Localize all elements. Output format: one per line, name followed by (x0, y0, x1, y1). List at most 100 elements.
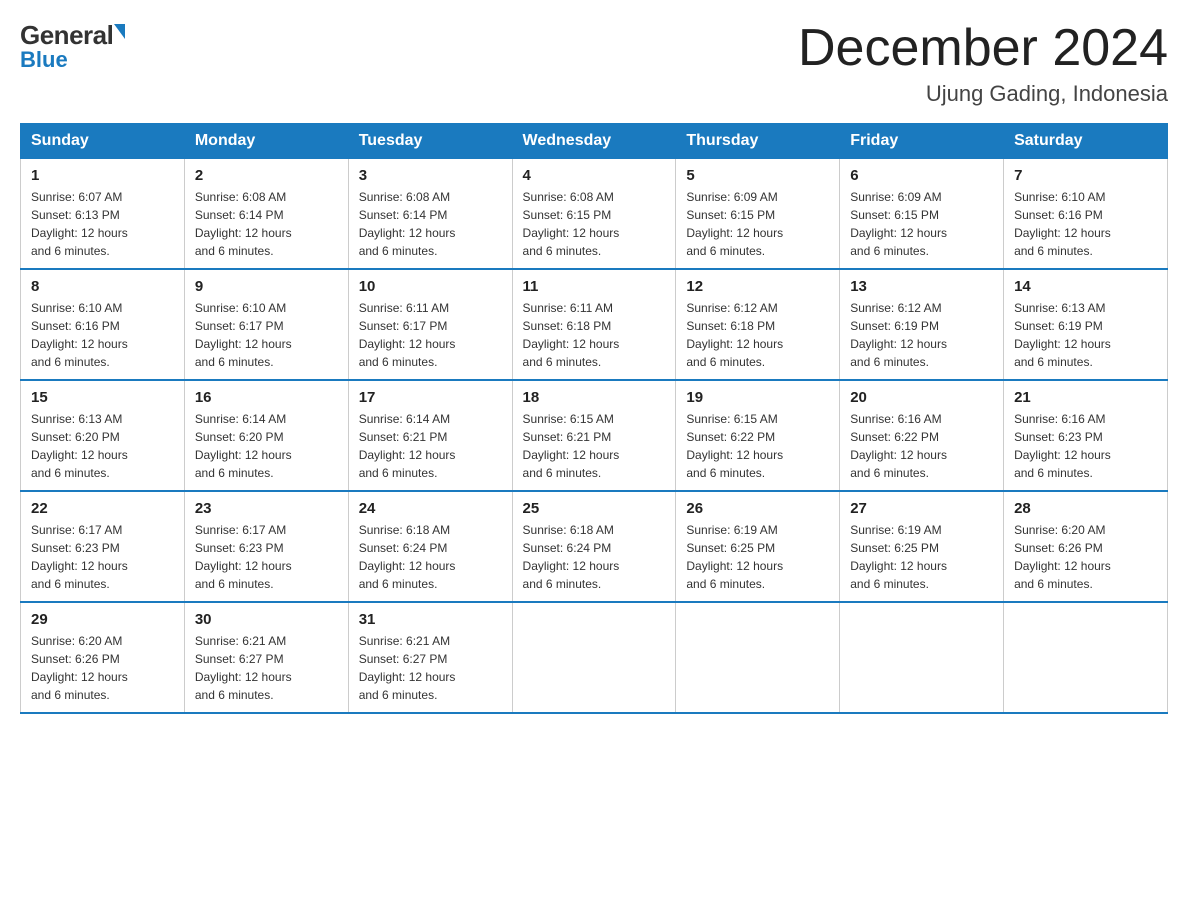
table-row: 8 Sunrise: 6:10 AMSunset: 6:16 PMDayligh… (21, 269, 185, 380)
day-number: 21 (1014, 389, 1157, 406)
month-title: December 2024 (798, 20, 1168, 77)
day-info: Sunrise: 6:21 AMSunset: 6:27 PMDaylight:… (195, 634, 292, 702)
day-number: 25 (523, 500, 666, 517)
table-row: 11 Sunrise: 6:11 AMSunset: 6:18 PMDaylig… (512, 269, 676, 380)
table-row: 25 Sunrise: 6:18 AMSunset: 6:24 PMDaylig… (512, 491, 676, 602)
day-number: 11 (523, 278, 666, 295)
table-row: 4 Sunrise: 6:08 AMSunset: 6:15 PMDayligh… (512, 159, 676, 270)
day-number: 20 (850, 389, 993, 406)
day-number: 10 (359, 278, 502, 295)
day-info: Sunrise: 6:10 AMSunset: 6:16 PMDaylight:… (31, 301, 128, 369)
day-info: Sunrise: 6:17 AMSunset: 6:23 PMDaylight:… (195, 523, 292, 591)
day-number: 23 (195, 500, 338, 517)
day-info: Sunrise: 6:19 AMSunset: 6:25 PMDaylight:… (686, 523, 783, 591)
day-info: Sunrise: 6:11 AMSunset: 6:18 PMDaylight:… (523, 301, 620, 369)
day-number: 12 (686, 278, 829, 295)
day-number: 22 (31, 500, 174, 517)
day-info: Sunrise: 6:13 AMSunset: 6:20 PMDaylight:… (31, 412, 128, 480)
calendar-week-row: 1 Sunrise: 6:07 AMSunset: 6:13 PMDayligh… (21, 159, 1168, 270)
day-number: 26 (686, 500, 829, 517)
day-info: Sunrise: 6:20 AMSunset: 6:26 PMDaylight:… (31, 634, 128, 702)
day-info: Sunrise: 6:08 AMSunset: 6:15 PMDaylight:… (523, 190, 620, 258)
day-info: Sunrise: 6:12 AMSunset: 6:18 PMDaylight:… (686, 301, 783, 369)
table-row: 7 Sunrise: 6:10 AMSunset: 6:16 PMDayligh… (1004, 159, 1168, 270)
day-number: 24 (359, 500, 502, 517)
day-info: Sunrise: 6:09 AMSunset: 6:15 PMDaylight:… (850, 190, 947, 258)
table-row: 12 Sunrise: 6:12 AMSunset: 6:18 PMDaylig… (676, 269, 840, 380)
day-info: Sunrise: 6:18 AMSunset: 6:24 PMDaylight:… (523, 523, 620, 591)
col-thursday: Thursday (676, 124, 840, 159)
col-tuesday: Tuesday (348, 124, 512, 159)
day-info: Sunrise: 6:14 AMSunset: 6:20 PMDaylight:… (195, 412, 292, 480)
table-row: 10 Sunrise: 6:11 AMSunset: 6:17 PMDaylig… (348, 269, 512, 380)
day-info: Sunrise: 6:08 AMSunset: 6:14 PMDaylight:… (359, 190, 456, 258)
calendar-week-row: 15 Sunrise: 6:13 AMSunset: 6:20 PMDaylig… (21, 380, 1168, 491)
day-number: 1 (31, 167, 174, 184)
day-number: 17 (359, 389, 502, 406)
day-number: 18 (523, 389, 666, 406)
table-row: 30 Sunrise: 6:21 AMSunset: 6:27 PMDaylig… (184, 602, 348, 713)
day-info: Sunrise: 6:10 AMSunset: 6:17 PMDaylight:… (195, 301, 292, 369)
col-wednesday: Wednesday (512, 124, 676, 159)
day-info: Sunrise: 6:11 AMSunset: 6:17 PMDaylight:… (359, 301, 456, 369)
day-number: 4 (523, 167, 666, 184)
table-row: 18 Sunrise: 6:15 AMSunset: 6:21 PMDaylig… (512, 380, 676, 491)
table-row: 27 Sunrise: 6:19 AMSunset: 6:25 PMDaylig… (840, 491, 1004, 602)
day-number: 27 (850, 500, 993, 517)
page-header: General Blue December 2024 Ujung Gading,… (20, 20, 1168, 107)
table-row (512, 602, 676, 713)
day-number: 15 (31, 389, 174, 406)
table-row (840, 602, 1004, 713)
day-info: Sunrise: 6:17 AMSunset: 6:23 PMDaylight:… (31, 523, 128, 591)
day-number: 31 (359, 611, 502, 628)
day-number: 3 (359, 167, 502, 184)
day-number: 14 (1014, 278, 1157, 295)
day-info: Sunrise: 6:09 AMSunset: 6:15 PMDaylight:… (686, 190, 783, 258)
calendar-week-row: 8 Sunrise: 6:10 AMSunset: 6:16 PMDayligh… (21, 269, 1168, 380)
day-number: 6 (850, 167, 993, 184)
calendar-week-row: 29 Sunrise: 6:20 AMSunset: 6:26 PMDaylig… (21, 602, 1168, 713)
table-row: 9 Sunrise: 6:10 AMSunset: 6:17 PMDayligh… (184, 269, 348, 380)
table-row: 31 Sunrise: 6:21 AMSunset: 6:27 PMDaylig… (348, 602, 512, 713)
day-info: Sunrise: 6:10 AMSunset: 6:16 PMDaylight:… (1014, 190, 1111, 258)
day-info: Sunrise: 6:15 AMSunset: 6:22 PMDaylight:… (686, 412, 783, 480)
day-info: Sunrise: 6:07 AMSunset: 6:13 PMDaylight:… (31, 190, 128, 258)
table-row: 19 Sunrise: 6:15 AMSunset: 6:22 PMDaylig… (676, 380, 840, 491)
table-row: 22 Sunrise: 6:17 AMSunset: 6:23 PMDaylig… (21, 491, 185, 602)
table-row: 26 Sunrise: 6:19 AMSunset: 6:25 PMDaylig… (676, 491, 840, 602)
day-number: 29 (31, 611, 174, 628)
day-info: Sunrise: 6:15 AMSunset: 6:21 PMDaylight:… (523, 412, 620, 480)
table-row: 20 Sunrise: 6:16 AMSunset: 6:22 PMDaylig… (840, 380, 1004, 491)
logo-bottom: Blue (20, 47, 68, 73)
table-row: 1 Sunrise: 6:07 AMSunset: 6:13 PMDayligh… (21, 159, 185, 270)
title-section: December 2024 Ujung Gading, Indonesia (798, 20, 1168, 107)
day-number: 8 (31, 278, 174, 295)
table-row: 5 Sunrise: 6:09 AMSunset: 6:15 PMDayligh… (676, 159, 840, 270)
table-row: 14 Sunrise: 6:13 AMSunset: 6:19 PMDaylig… (1004, 269, 1168, 380)
table-row: 13 Sunrise: 6:12 AMSunset: 6:19 PMDaylig… (840, 269, 1004, 380)
logo: General Blue (20, 20, 125, 73)
col-saturday: Saturday (1004, 124, 1168, 159)
col-sunday: Sunday (21, 124, 185, 159)
day-number: 2 (195, 167, 338, 184)
table-row (676, 602, 840, 713)
calendar-table: Sunday Monday Tuesday Wednesday Thursday… (20, 123, 1168, 714)
day-info: Sunrise: 6:19 AMSunset: 6:25 PMDaylight:… (850, 523, 947, 591)
table-row: 29 Sunrise: 6:20 AMSunset: 6:26 PMDaylig… (21, 602, 185, 713)
col-friday: Friday (840, 124, 1004, 159)
day-info: Sunrise: 6:13 AMSunset: 6:19 PMDaylight:… (1014, 301, 1111, 369)
day-info: Sunrise: 6:14 AMSunset: 6:21 PMDaylight:… (359, 412, 456, 480)
table-row: 16 Sunrise: 6:14 AMSunset: 6:20 PMDaylig… (184, 380, 348, 491)
table-row: 15 Sunrise: 6:13 AMSunset: 6:20 PMDaylig… (21, 380, 185, 491)
day-number: 7 (1014, 167, 1157, 184)
day-info: Sunrise: 6:21 AMSunset: 6:27 PMDaylight:… (359, 634, 456, 702)
col-monday: Monday (184, 124, 348, 159)
table-row: 21 Sunrise: 6:16 AMSunset: 6:23 PMDaylig… (1004, 380, 1168, 491)
day-number: 13 (850, 278, 993, 295)
table-row: 17 Sunrise: 6:14 AMSunset: 6:21 PMDaylig… (348, 380, 512, 491)
day-number: 9 (195, 278, 338, 295)
day-info: Sunrise: 6:20 AMSunset: 6:26 PMDaylight:… (1014, 523, 1111, 591)
day-info: Sunrise: 6:16 AMSunset: 6:23 PMDaylight:… (1014, 412, 1111, 480)
day-number: 30 (195, 611, 338, 628)
table-row: 23 Sunrise: 6:17 AMSunset: 6:23 PMDaylig… (184, 491, 348, 602)
